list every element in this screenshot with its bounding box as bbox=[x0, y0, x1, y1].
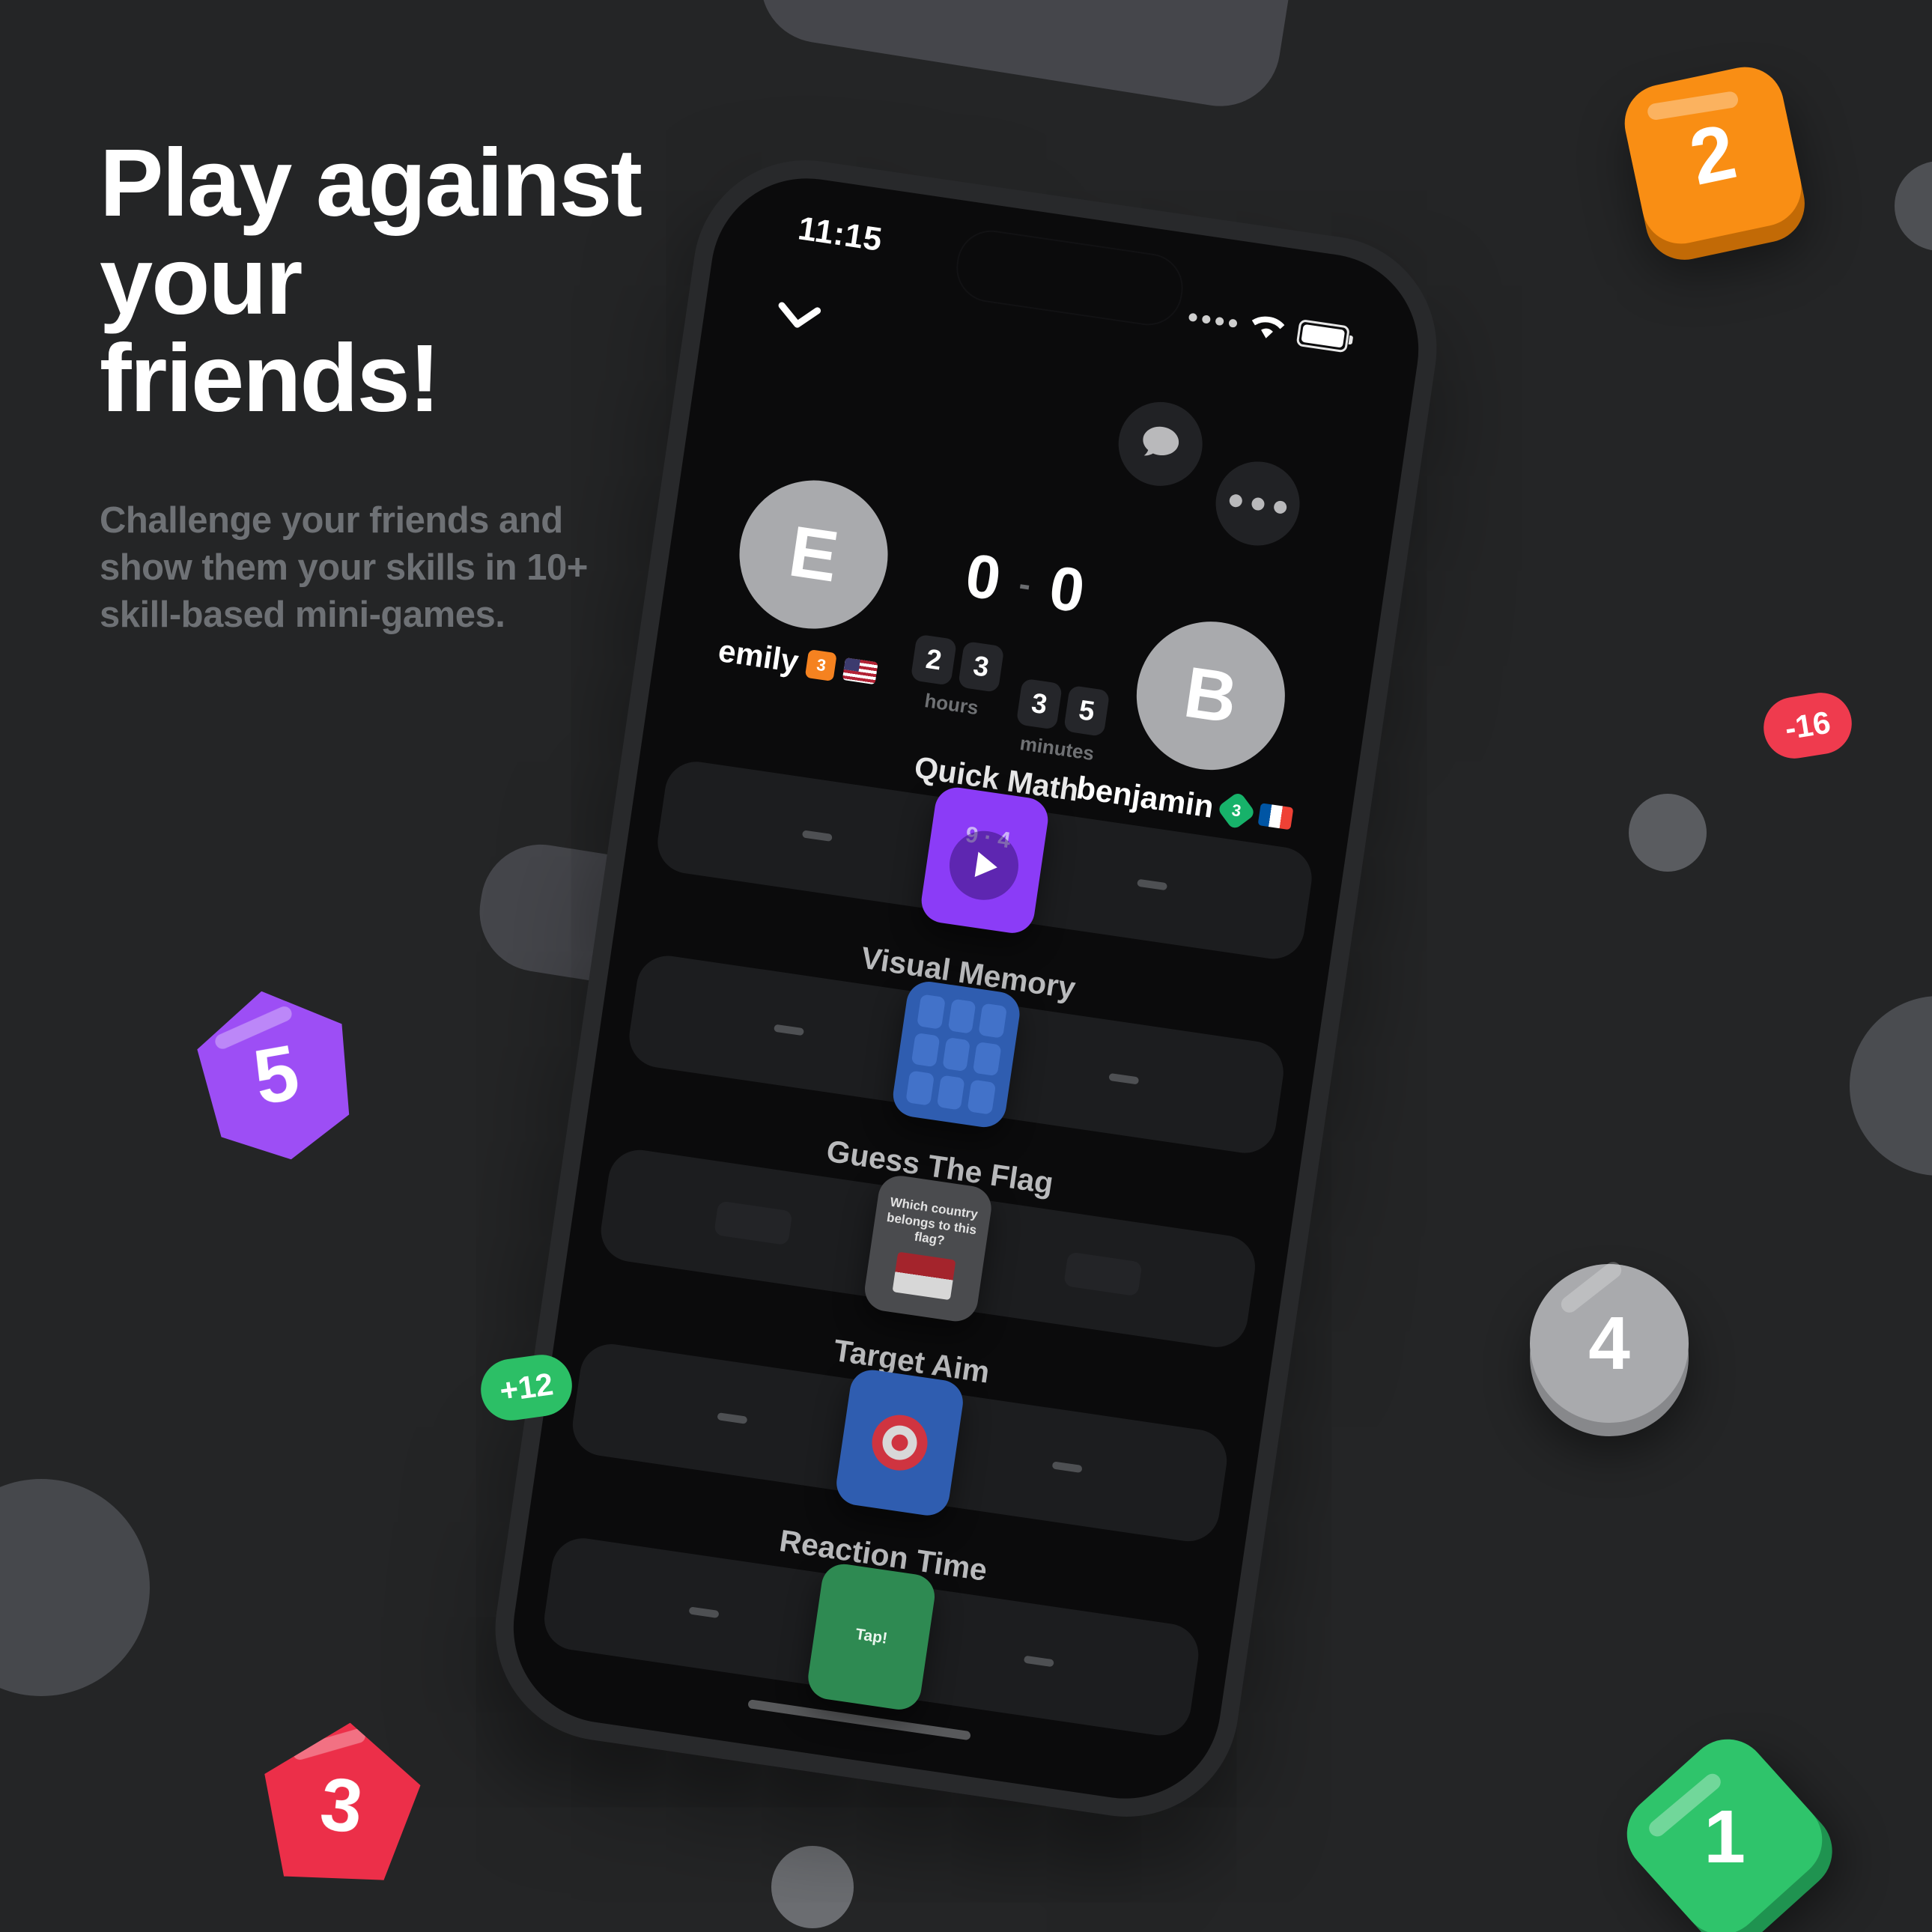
game-score-right bbox=[1108, 1072, 1140, 1085]
match-timer: 2 3 hours 3 5 minutes bbox=[902, 634, 1114, 767]
timer-minute-digit-1: 3 bbox=[1015, 678, 1063, 730]
timer-minutes-group: 3 5 minutes bbox=[1012, 678, 1111, 767]
timer-minute-digit-2: 5 bbox=[1063, 684, 1111, 737]
chevron-down-icon[interactable] bbox=[774, 300, 821, 337]
flag-question-text: Which country belongs to this flag? bbox=[886, 1194, 979, 1248]
timer-hour-digit-2: 3 bbox=[958, 640, 1005, 693]
wifi-icon bbox=[1248, 313, 1286, 343]
decor-pentagon-5-value: 5 bbox=[247, 1028, 306, 1122]
scoreboard: 0 - 0 bbox=[962, 541, 1089, 628]
bg-blob-top bbox=[752, 0, 1300, 115]
avatar-initial: B bbox=[1179, 651, 1242, 739]
timer-minutes-digits: 3 5 bbox=[1015, 678, 1111, 737]
decor-pentagon-3-value: 3 bbox=[316, 1761, 367, 1850]
game-score-right bbox=[1023, 1655, 1054, 1668]
decor-dice-2-value: 2 bbox=[1683, 108, 1743, 202]
decor-badge-negative: -16 bbox=[1759, 688, 1856, 763]
bullseye-icon bbox=[868, 1411, 932, 1474]
memory-grid-icon bbox=[905, 994, 1008, 1115]
game-score-left bbox=[717, 1412, 748, 1424]
game-score-right bbox=[1051, 1461, 1083, 1474]
hero-subcopy: Challenge your friends and show them you… bbox=[100, 499, 588, 636]
glint-highlight bbox=[291, 1727, 367, 1761]
game-score-left bbox=[774, 1024, 805, 1036]
bg-circle-left-large bbox=[0, 1479, 150, 1696]
hero-copy: Play against your friends! Challenge you… bbox=[100, 134, 774, 639]
timer-hour-digit-1: 2 bbox=[910, 634, 958, 686]
decor-square-1: 1 bbox=[1610, 1722, 1839, 1932]
timer-hours-group: 2 3 hours bbox=[902, 634, 1005, 751]
timer-minutes-label: minutes bbox=[1018, 732, 1096, 765]
status-bar: 11:15 bbox=[708, 165, 1431, 387]
headline-line-1: Play against bbox=[100, 130, 643, 237]
player-left-level-badge: 3 bbox=[805, 649, 838, 682]
decor-pentagon-5: 5 bbox=[177, 976, 375, 1174]
visual-memory-tile[interactable] bbox=[890, 979, 1023, 1131]
dynamic-island bbox=[952, 225, 1188, 330]
decor-pentagon-3: 3 bbox=[250, 1714, 433, 1897]
score-right: 0 bbox=[1045, 553, 1089, 626]
timer-hours-label: hours bbox=[923, 689, 980, 720]
bg-circle-right-top bbox=[1895, 161, 1932, 251]
headline-line-3: friends! bbox=[100, 325, 440, 433]
decor-ball-4: 4 bbox=[1530, 1258, 1689, 1423]
flag-image-icon bbox=[892, 1251, 956, 1301]
quick-math-tile[interactable]: 9 · 4 bbox=[918, 784, 1051, 936]
game-score-left bbox=[714, 1200, 793, 1246]
avatar-benjamin[interactable]: B bbox=[1126, 611, 1295, 780]
score-separator: - bbox=[1016, 563, 1034, 604]
poster-stage: Play against your friends! Challenge you… bbox=[0, 0, 1932, 1932]
games-list: Quick Math 9 · 4 Visual Memory Guess The… bbox=[501, 710, 1352, 1811]
status-time: 11:15 bbox=[795, 210, 885, 259]
cellular-dots-icon bbox=[1188, 312, 1238, 328]
reaction-time-tile[interactable]: Tap! bbox=[805, 1561, 938, 1713]
decor-ball-4-value: 4 bbox=[1588, 1301, 1630, 1385]
decor-square-1-value: 1 bbox=[1704, 1794, 1746, 1879]
chat-bubble-icon bbox=[1137, 421, 1183, 467]
player-left-flag-icon bbox=[842, 657, 879, 685]
guess-the-flag-tile[interactable]: Which country belongs to this flag? bbox=[861, 1173, 994, 1325]
game-score-left bbox=[801, 830, 833, 842]
player-name-left: emily 3 bbox=[716, 633, 879, 691]
score-left: 0 bbox=[961, 541, 1006, 614]
headline-line-2: your bbox=[100, 227, 303, 335]
bg-circle-mid-right bbox=[1629, 794, 1707, 872]
game-score-left bbox=[688, 1606, 720, 1619]
timer-hours-digits: 2 3 bbox=[910, 634, 1005, 693]
page-title: Play against your friends! bbox=[100, 134, 774, 428]
decor-dice-2: 2 bbox=[1617, 59, 1809, 252]
battery-icon bbox=[1295, 318, 1351, 353]
game-score-right bbox=[1063, 1251, 1143, 1297]
bg-circle-bottom bbox=[771, 1846, 854, 1928]
avatar-initial: E bbox=[784, 511, 843, 598]
status-indicators bbox=[1187, 303, 1351, 353]
player-left-label: emily bbox=[716, 632, 801, 679]
tap-label: Tap! bbox=[854, 1625, 889, 1647]
game-score-right bbox=[1137, 878, 1168, 891]
bg-circle-right-large bbox=[1850, 996, 1932, 1176]
target-aim-tile[interactable] bbox=[833, 1367, 966, 1519]
